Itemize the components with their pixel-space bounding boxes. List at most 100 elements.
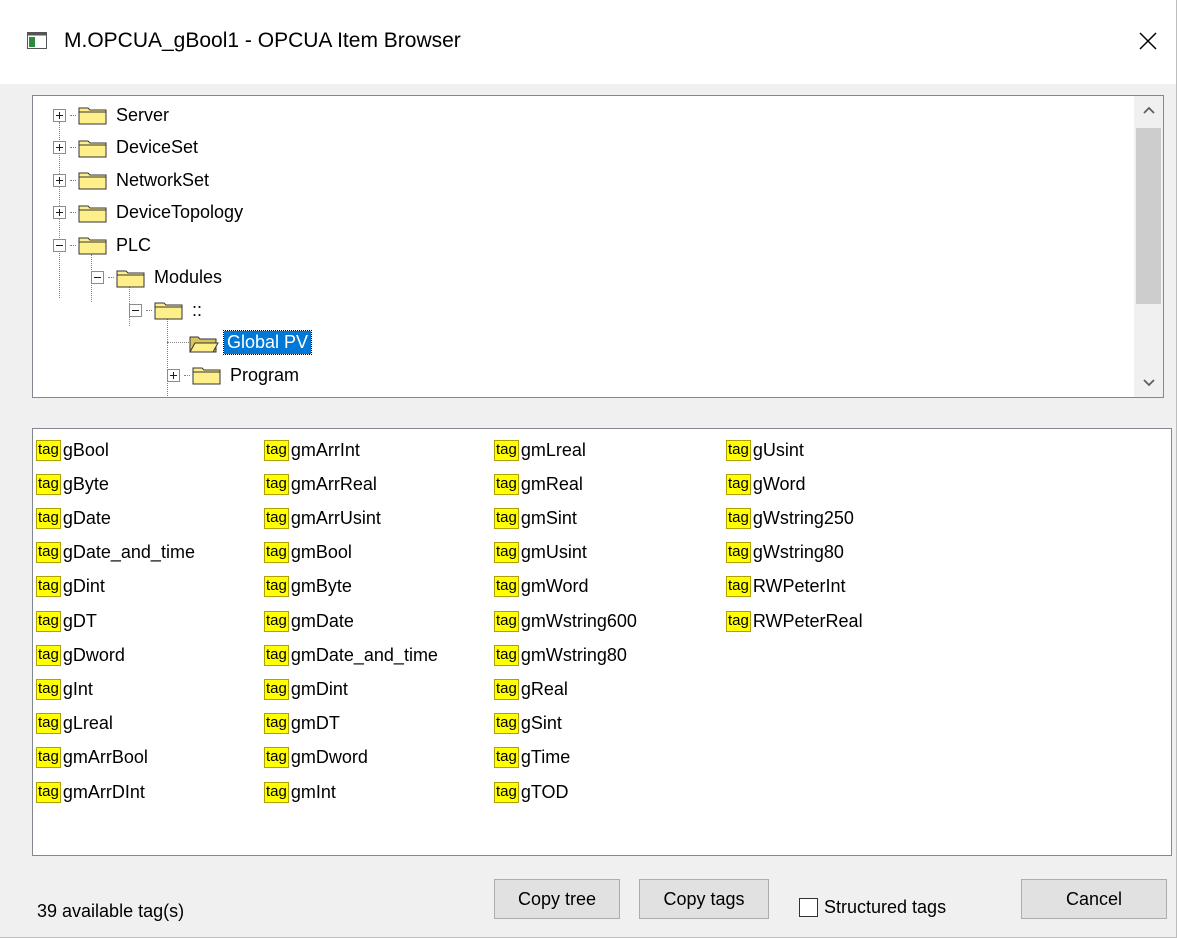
folder-icon — [154, 302, 183, 320]
copy-tags-button[interactable]: Copy tags — [639, 879, 769, 919]
tag-name: gDint — [62, 576, 105, 597]
tag-item[interactable]: tag gmLreal — [494, 437, 586, 463]
tag-item[interactable]: tag gmArrUsint — [264, 505, 381, 531]
tag-item[interactable]: tag gmArrInt — [264, 437, 360, 463]
tag-item[interactable]: tag gmByte — [264, 574, 352, 600]
tree-node[interactable]: Global PV — [167, 329, 313, 357]
tag-item[interactable]: tag gmDate_and_time — [264, 642, 438, 668]
tag-name: gmDate_and_time — [290, 644, 438, 665]
tag-icon: tag — [36, 576, 61, 598]
tag-item[interactable]: tag gUsint — [726, 437, 804, 463]
folder-icon — [78, 107, 107, 125]
available-tags-status: 39 available tag(s) — [37, 901, 185, 921]
tag-name: gmArrInt — [290, 439, 360, 460]
tag-icon: tag — [36, 439, 61, 461]
close-icon — [1139, 32, 1157, 50]
tree-node[interactable]: :: — [129, 296, 205, 324]
tag-item[interactable]: tag gTOD — [494, 779, 569, 805]
tree-node[interactable]: NetworkSet — [53, 166, 212, 194]
tag-item[interactable]: tag gInt — [36, 676, 93, 702]
tag-icon: tag — [494, 644, 519, 666]
tree-connector — [146, 309, 152, 311]
collapse-icon[interactable] — [91, 271, 104, 284]
tag-item[interactable]: tag gLreal — [36, 711, 113, 737]
tree-node[interactable]: Server — [53, 101, 172, 129]
expand-icon[interactable] — [53, 108, 66, 122]
tags-list[interactable]: tag gBool tag gByte tag gDate tag gDate_and_tim… — [32, 428, 1172, 856]
structured-tags-toggle[interactable]: Structured tags — [799, 892, 946, 922]
title-bar[interactable]: M.OPCUA_gBool1 - OPCUA Item Browser — [0, 0, 1177, 84]
copy-tree-button[interactable]: Copy tree — [494, 879, 620, 919]
tag-name: gWord — [752, 473, 806, 494]
tag-item[interactable]: tag gDate_and_time — [36, 540, 195, 566]
tag-item[interactable]: tag gmWstring600 — [494, 608, 637, 634]
scroll-down-button[interactable] — [1134, 369, 1163, 397]
tag-item[interactable]: tag gDint — [36, 574, 105, 600]
tag-item[interactable]: tag gmArrBool — [36, 745, 148, 771]
tag-name: gmLreal — [520, 439, 586, 460]
tag-item[interactable]: tag gmUsint — [494, 540, 587, 566]
tag-name: gDT — [62, 610, 97, 631]
tag-item[interactable]: tag gDword — [36, 642, 125, 668]
tag-item[interactable]: tag gmArrReal — [264, 471, 377, 497]
tag-name: gBool — [62, 439, 109, 460]
tag-icon: tag — [264, 644, 289, 666]
scroll-thumb[interactable] — [1136, 128, 1161, 304]
tag-item[interactable]: tag gDate — [36, 505, 111, 531]
expand-icon[interactable] — [53, 141, 66, 154]
tree-node[interactable]: PLC — [53, 231, 154, 259]
close-button[interactable] — [1128, 22, 1168, 62]
tag-name: gTime — [520, 747, 571, 768]
tree-node[interactable]: Program — [167, 361, 302, 389]
tag-item[interactable]: tag gmDint — [264, 676, 348, 702]
tag-name: gmBool — [290, 542, 352, 563]
tag-item[interactable]: tag gmBool — [264, 540, 352, 566]
tag-item[interactable]: tag gmSint — [494, 505, 577, 531]
chevron-down-icon — [1142, 379, 1155, 387]
expand-icon[interactable] — [53, 173, 66, 187]
tag-item[interactable]: tag gmDT — [264, 711, 340, 737]
tree-scrollbar[interactable] — [1134, 96, 1163, 397]
tag-item[interactable]: tag gmInt — [264, 779, 336, 805]
tree-node-label: Program — [230, 364, 300, 385]
tag-item[interactable]: tag gmArrDInt — [36, 779, 145, 805]
tag-item[interactable]: tag RWPeterInt — [726, 574, 846, 600]
tree-node[interactable]: DeviceTopology — [53, 199, 246, 227]
tag-item[interactable]: tag gmDate — [264, 608, 354, 634]
folder-icon — [78, 172, 107, 190]
tree-node[interactable]: DeviceSet — [53, 134, 201, 162]
tree-view[interactable]: Server DeviceSet NetworkSet DeviceTopology P… — [32, 95, 1164, 398]
tree-node-label: Modules — [154, 267, 223, 287]
tag-item[interactable]: tag gByte — [36, 471, 109, 497]
structured-tags-checkbox[interactable] — [799, 897, 818, 917]
tag-item[interactable]: tag gWstring250 — [726, 505, 854, 531]
tag-item[interactable]: tag gmWstring80 — [494, 642, 627, 668]
tag-icon: tag — [494, 473, 519, 495]
tree-node[interactable]: Modules — [91, 264, 225, 292]
expand-icon[interactable] — [53, 206, 66, 219]
scroll-up-button[interactable] — [1134, 96, 1163, 124]
tag-item[interactable]: tag gmWord — [494, 574, 589, 600]
tag-item[interactable]: tag gWstring80 — [726, 540, 844, 566]
tag-item[interactable]: tag gTime — [494, 745, 570, 771]
tag-icon: tag — [494, 678, 519, 700]
tag-item[interactable]: tag RWPeterReal — [726, 608, 863, 634]
tag-item[interactable]: tag gmReal — [494, 471, 583, 497]
tree-connector — [70, 212, 76, 213]
expand-icon[interactable] — [167, 368, 180, 382]
tag-name: gmArrBool — [62, 747, 148, 768]
tag-item[interactable]: tag gBool — [36, 437, 109, 463]
tag-icon: tag — [36, 781, 61, 803]
folder-icon — [78, 237, 107, 255]
cancel-button[interactable]: Cancel — [1021, 879, 1167, 919]
tag-item[interactable]: tag gReal — [494, 676, 568, 702]
tag-name: gmDint — [290, 678, 348, 699]
collapse-icon[interactable] — [129, 303, 142, 317]
tag-icon: tag — [264, 678, 289, 700]
tag-item[interactable]: tag gmDword — [264, 745, 368, 771]
tag-item[interactable]: tag gWord — [726, 471, 806, 497]
tree-connector — [167, 342, 189, 343]
tag-item[interactable]: tag gDT — [36, 608, 97, 634]
collapse-icon[interactable] — [53, 238, 66, 252]
tag-item[interactable]: tag gSint — [494, 711, 562, 737]
